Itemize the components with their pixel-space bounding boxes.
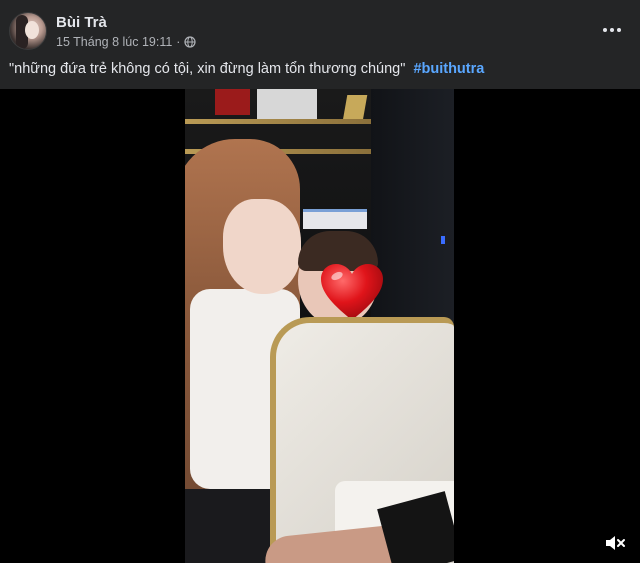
post-header: Bùi Trà 15 Tháng 8 lúc 19:11 · "những đứ…	[0, 0, 640, 89]
video-player[interactable]	[185, 89, 454, 563]
red-box	[215, 89, 250, 115]
volume-muted-icon[interactable]	[604, 533, 626, 553]
hashtag-link[interactable]: #buithutra	[413, 61, 484, 77]
more-dot	[603, 28, 607, 32]
white-box	[257, 89, 317, 119]
books-stack	[303, 209, 367, 229]
heart-icon	[321, 264, 383, 320]
avatar[interactable]	[9, 12, 47, 50]
globe-icon[interactable]	[184, 36, 197, 48]
meta-separator: ·	[176, 35, 181, 49]
caption-text: "những đứa trẻ không có tội, xin đừng là…	[9, 61, 406, 77]
gold-shelf	[185, 119, 375, 124]
author-name[interactable]: Bùi Trà	[56, 14, 107, 31]
more-options-icon[interactable]	[600, 22, 624, 38]
post-caption: "những đứa trẻ không có tội, xin đừng là…	[9, 61, 484, 77]
facebook-post: Bùi Trà 15 Tháng 8 lúc 19:11 · "những đứ…	[0, 0, 640, 563]
more-dot	[610, 28, 614, 32]
woman-face	[223, 199, 301, 294]
post-timestamp[interactable]: 15 Tháng 8 lúc 19:11	[56, 35, 172, 49]
blue-light	[441, 236, 445, 244]
avatar-face	[25, 21, 39, 39]
post-meta: 15 Tháng 8 lúc 19:11 ·	[56, 35, 197, 49]
more-dot	[617, 28, 621, 32]
